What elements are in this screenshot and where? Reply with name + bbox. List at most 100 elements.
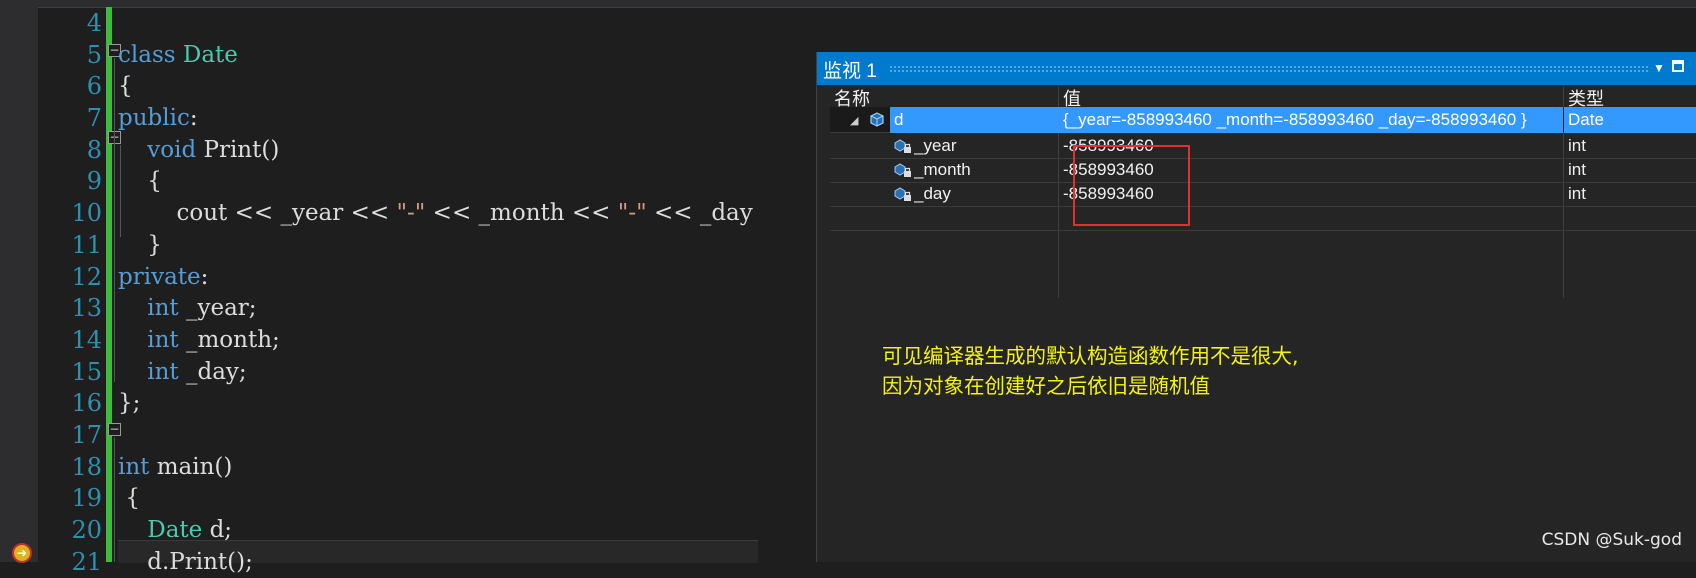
watch-name[interactable]: _month: [914, 157, 1054, 183]
title-bar-grip[interactable]: [889, 65, 1649, 72]
code-line: int _month;: [118, 325, 818, 357]
line-number: 18: [71, 452, 102, 481]
code-line: {: [118, 71, 818, 103]
code-line: void Print(): [118, 135, 818, 167]
maximize-icon[interactable]: [1672, 60, 1684, 72]
line-number: 8: [86, 135, 102, 164]
line-number: 21: [71, 547, 102, 576]
code-line: int main(): [118, 452, 818, 484]
watch-window[interactable]: 监视 1 ▼ 名称 值 类型 ◢ d {_year=-858993460 _mo…: [816, 52, 1696, 562]
code-text-span: << _day: [646, 200, 753, 227]
code-text-span: _year;: [178, 295, 257, 322]
window-dropdown-icon[interactable]: ▼: [1651, 58, 1667, 78]
fold-guide: [114, 437, 115, 562]
current-statement-arrow-icon[interactable]: ➔: [12, 543, 32, 563]
watch-type: int: [1568, 184, 1586, 203]
indicator-margin[interactable]: [0, 0, 38, 562]
line-number: 9: [86, 167, 102, 196]
watch-title-bar[interactable]: 监视 1 ▼: [817, 52, 1696, 85]
line-number: 20: [71, 516, 102, 544]
line-number-gutter: 4 5 6 7 8 9 10 11 12 13 14 15 16 17 18 1…: [40, 8, 102, 578]
watermark: CSDN @Suk-god: [1541, 530, 1682, 550]
line-number: 12: [71, 262, 102, 291]
code-text[interactable]: class Date { public: void Print() { cout…: [118, 8, 818, 578]
code-line: d.Print();: [118, 547, 818, 578]
code-text-span: _month;: [178, 326, 280, 353]
fold-guide: [114, 58, 115, 382]
code-text-span: d;: [202, 517, 233, 543]
code-line: Date d;: [118, 515, 818, 547]
change-tracking-bar: [106, 7, 112, 562]
type-name: Date: [147, 517, 203, 543]
keyword: void: [147, 136, 197, 163]
watch-type: Date: [1564, 107, 1696, 133]
private-field-icon: [894, 163, 911, 177]
brace: {: [147, 168, 162, 195]
line-number: 5: [86, 40, 102, 69]
line-number: 11: [71, 230, 102, 259]
annotation-line: 因为对象在创建好之后依旧是随机值: [882, 374, 1210, 398]
annotation-text: 可见编译器生成的默认构造函数作用不是很大, 因为对象在创建好之后依旧是随机值: [882, 341, 1502, 401]
private-field-icon: [894, 187, 911, 201]
code-line: };: [118, 388, 818, 420]
private-field-icon: [894, 139, 911, 153]
brace: {: [118, 73, 133, 100]
brace: };: [118, 390, 141, 417]
watch-row[interactable]: _year -858993460 int: [830, 133, 1696, 159]
line-number: 10: [71, 199, 102, 228]
line-number: 14: [71, 325, 102, 354]
code-line: int _day;: [118, 357, 818, 389]
line-number: 17: [71, 420, 102, 449]
code-text-span: _day;: [178, 358, 247, 385]
string-literal: "-": [396, 200, 426, 227]
watch-row[interactable]: _day -858993460 int: [830, 181, 1696, 207]
watch-type: int: [1568, 160, 1586, 179]
code-line: public:: [118, 103, 818, 135]
highlight-box: [1073, 145, 1190, 226]
colon: :: [189, 105, 198, 132]
code-line: class Date: [118, 40, 818, 72]
collapse-triangle-icon[interactable]: ◢: [850, 114, 858, 127]
brace: }: [147, 231, 162, 258]
line-number: 4: [86, 9, 102, 37]
watch-type: int: [1568, 136, 1586, 155]
keyword: public: [118, 105, 190, 132]
watch-title: 监视 1: [823, 61, 877, 82]
line-number: 16: [71, 389, 102, 418]
watch-name[interactable]: d: [890, 107, 1062, 133]
keyword: class: [118, 41, 176, 68]
type-name: Date: [182, 41, 238, 68]
code-text-span: cout << _year <<: [176, 200, 397, 227]
code-line: }: [118, 230, 818, 262]
watch-name[interactable]: _year: [914, 133, 1054, 159]
code-line: int _year;: [118, 293, 818, 325]
object-variable-icon: [870, 112, 884, 127]
add-watch-row[interactable]: [830, 205, 1696, 231]
code-line: private:: [118, 262, 818, 294]
line-number: 15: [71, 357, 102, 386]
annotation-line: 可见编译器生成的默认构造函数作用不是很大,: [882, 344, 1299, 368]
editor-top-strip: [0, 0, 1696, 8]
colon: :: [200, 263, 209, 290]
line-number: 6: [86, 72, 102, 101]
keyword: int: [118, 453, 150, 480]
watch-row[interactable]: _month -858993460 int: [830, 157, 1696, 183]
code-line: cout << _year << "-" << _month << "-" <<…: [118, 198, 818, 230]
watch-name[interactable]: _day: [914, 181, 1054, 207]
string-literal: "-": [617, 200, 647, 227]
code-text-span: Print(): [196, 136, 280, 163]
brace: {: [125, 485, 140, 512]
keyword: private: [118, 263, 201, 290]
keyword: int: [147, 326, 179, 353]
code-line: {: [118, 166, 818, 198]
watch-value[interactable]: {_year=-858993460 _month=-858993460 _day…: [1059, 107, 1563, 133]
line-number: 13: [71, 294, 102, 323]
line-number: 7: [86, 104, 102, 133]
keyword: int: [147, 358, 179, 385]
code-text-span: << _month <<: [425, 200, 618, 227]
watch-row[interactable]: ◢ d {_year=-858993460 _month=-858993460 …: [830, 107, 1696, 133]
keyword: int: [147, 295, 179, 322]
code-line: {: [118, 483, 818, 515]
